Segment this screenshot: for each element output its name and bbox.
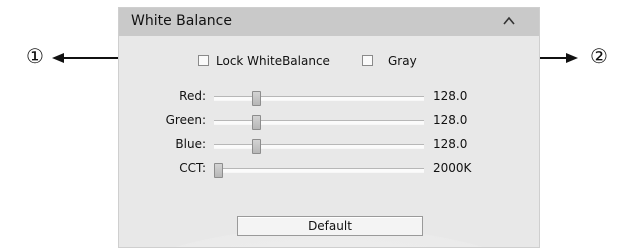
blue-label: Blue: [175, 137, 206, 151]
red-label: Red: [179, 89, 206, 103]
cct-label: CCT: [179, 161, 206, 175]
options-row: Lock WhiteBalance Gray [119, 53, 539, 71]
cct-slider-thumb[interactable] [214, 163, 223, 178]
default-button[interactable]: Default [237, 216, 423, 236]
gray-checkbox[interactable] [362, 55, 373, 66]
blue-slider-track[interactable] [214, 139, 424, 154]
green-value: 128.0 [433, 113, 468, 127]
blue-slider-thumb[interactable] [252, 139, 261, 154]
red-slider-track[interactable] [214, 91, 424, 106]
gray-label[interactable]: Gray [388, 54, 417, 68]
chevron-up-icon[interactable] [501, 14, 517, 28]
lock-whitebalance-label[interactable]: Lock WhiteBalance [216, 54, 330, 68]
callout-2-marker: ② [590, 44, 608, 68]
cct-value: 2000K [433, 161, 472, 175]
green-slider-thumb[interactable] [252, 115, 261, 130]
slider-row-cct: CCT: 2000K [119, 160, 539, 178]
blue-value: 128.0 [433, 137, 468, 151]
cct-slider-track[interactable] [214, 163, 424, 178]
red-value: 128.0 [433, 89, 468, 103]
slider-row-red: Red: 128.0 [119, 88, 539, 106]
panel-title: White Balance [131, 13, 232, 29]
slider-row-green: Green: 128.0 [119, 112, 539, 130]
slider-row-blue: Blue: 128.0 [119, 136, 539, 154]
lock-whitebalance-checkbox[interactable] [198, 55, 209, 66]
red-slider-thumb[interactable] [252, 91, 261, 106]
callout-1-marker: ① [26, 44, 44, 68]
green-label: Green: [165, 113, 206, 127]
left-arrow-icon [52, 53, 120, 63]
panel-header[interactable]: White Balance [119, 8, 539, 36]
green-slider-track[interactable] [214, 115, 424, 130]
white-balance-panel: White Balance Lock WhiteBalance Gray Red… [118, 7, 540, 248]
